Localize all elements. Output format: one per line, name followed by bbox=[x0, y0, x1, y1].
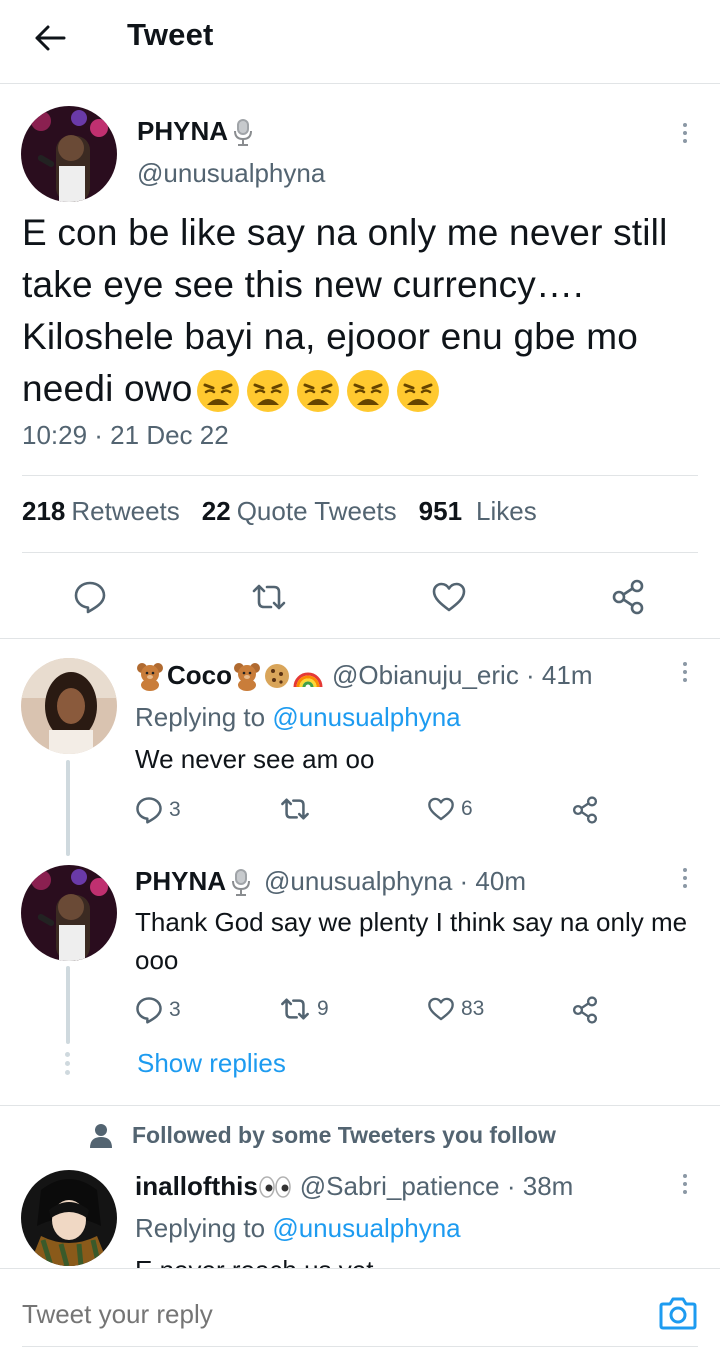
show-replies-link[interactable]: Show replies bbox=[137, 1048, 286, 1079]
more-options-icon[interactable] bbox=[678, 868, 692, 888]
reply-text: We never see am oo bbox=[135, 744, 375, 774]
share-icon bbox=[572, 996, 598, 1024]
person-icon bbox=[90, 1123, 112, 1148]
tweet-timestamp[interactable]: 10:29 · 21 Dec 22 bbox=[22, 420, 229, 451]
engagement-stats: 218 Retweets 22 Quote Tweets 951 Likes bbox=[22, 496, 537, 527]
reply-input[interactable] bbox=[22, 1299, 582, 1330]
reply-author[interactable]: inallofthis @Sabri_patience · 38m bbox=[135, 1171, 573, 1202]
divider bbox=[22, 552, 698, 553]
retweet-icon[interactable] bbox=[249, 577, 289, 617]
reply-text: Thank God say we plenty I think say na o… bbox=[135, 907, 688, 975]
thread-ellipsis-icon bbox=[65, 1052, 70, 1075]
share-icon[interactable] bbox=[608, 577, 648, 617]
reply-author-name: inallofthis bbox=[135, 1171, 258, 1201]
rainbow-icon bbox=[293, 672, 323, 687]
replying-to-link[interactable]: @unusualphyna bbox=[272, 702, 460, 732]
more-options-icon[interactable] bbox=[678, 123, 692, 143]
top-app-bar: Tweet bbox=[0, 0, 720, 84]
reply-handle: @Sabri_patience · 38m bbox=[299, 1171, 574, 1201]
reply-action[interactable]: 3 bbox=[135, 796, 181, 824]
thread-line bbox=[66, 966, 70, 1044]
retweet-action[interactable] bbox=[279, 796, 317, 822]
replying-to: Replying to @unusualphyna bbox=[135, 702, 461, 732]
reply-author[interactable]: Coco @Obianuju_eric · 41m bbox=[135, 660, 593, 691]
teddy-bear-icon bbox=[137, 662, 163, 691]
reply-avatar[interactable] bbox=[21, 865, 117, 961]
retweet-icon bbox=[281, 798, 309, 820]
tweet-text: E con be like say na only me never still… bbox=[22, 207, 712, 415]
quotes-stat[interactable]: 22 Quote Tweets bbox=[202, 496, 397, 527]
weary-face-icon bbox=[246, 370, 289, 413]
weary-face-icon bbox=[196, 370, 239, 413]
like-icon bbox=[428, 997, 454, 1021]
reply-composer bbox=[0, 1268, 720, 1347]
reply-icon[interactable] bbox=[70, 577, 110, 617]
author-name-text: PHYNA bbox=[137, 116, 229, 146]
weary-face-icon bbox=[296, 370, 339, 413]
reply-handle: @Obianuju_eric · 41m bbox=[332, 660, 593, 690]
page-title: Tweet bbox=[127, 17, 214, 52]
share-icon bbox=[572, 796, 598, 824]
divider bbox=[0, 1105, 720, 1106]
eyes-icon bbox=[259, 1175, 291, 1198]
thread-line bbox=[66, 760, 70, 856]
retweet-icon bbox=[281, 998, 309, 1020]
like-action[interactable]: 83 bbox=[427, 996, 484, 1022]
reply-author-name: PHYNA bbox=[135, 866, 227, 896]
author-avatar[interactable] bbox=[21, 106, 117, 202]
teddy-bear-icon bbox=[234, 662, 260, 691]
share-action[interactable] bbox=[571, 996, 599, 1024]
weary-face-emoji-row bbox=[193, 368, 443, 413]
author-handle[interactable]: @unusualphyna bbox=[137, 158, 325, 189]
share-action[interactable] bbox=[571, 796, 599, 824]
microphone-icon bbox=[234, 118, 253, 146]
like-icon[interactable] bbox=[429, 577, 469, 617]
reply-avatar[interactable] bbox=[21, 658, 117, 754]
weary-face-icon bbox=[396, 370, 439, 413]
tweet-actions bbox=[0, 574, 720, 620]
reply-author[interactable]: PHYNA @unusualphyna · 40m bbox=[135, 866, 526, 897]
reply-handle: @unusualphyna · 40m bbox=[264, 866, 527, 896]
reply-icon bbox=[136, 997, 162, 1024]
back-arrow-icon[interactable] bbox=[30, 18, 70, 58]
camera-icon[interactable] bbox=[658, 1295, 698, 1331]
reply-author-name: Coco bbox=[167, 660, 232, 690]
retweets-stat[interactable]: 218 Retweets bbox=[22, 496, 180, 527]
more-options-icon[interactable] bbox=[678, 662, 692, 682]
retweet-action[interactable]: 9 bbox=[279, 996, 329, 1022]
divider bbox=[0, 638, 720, 639]
cookie-icon bbox=[265, 663, 289, 688]
likes-stat[interactable]: 951 Likes bbox=[419, 496, 537, 527]
reply-avatar[interactable] bbox=[21, 1170, 117, 1266]
more-options-icon[interactable] bbox=[678, 1174, 692, 1194]
weary-face-icon bbox=[346, 370, 389, 413]
replying-to-link[interactable]: @unusualphyna bbox=[272, 1213, 460, 1243]
reply-icon bbox=[136, 797, 162, 824]
reply-action[interactable]: 3 bbox=[135, 996, 181, 1024]
replying-to: Replying to @unusualphyna bbox=[135, 1213, 461, 1243]
like-action[interactable]: 6 bbox=[427, 796, 473, 822]
social-context: Followed by some Tweeters you follow bbox=[88, 1122, 556, 1149]
divider bbox=[22, 475, 698, 476]
author-name[interactable]: PHYNA bbox=[137, 116, 254, 147]
microphone-icon bbox=[232, 868, 251, 896]
like-icon bbox=[428, 797, 454, 821]
